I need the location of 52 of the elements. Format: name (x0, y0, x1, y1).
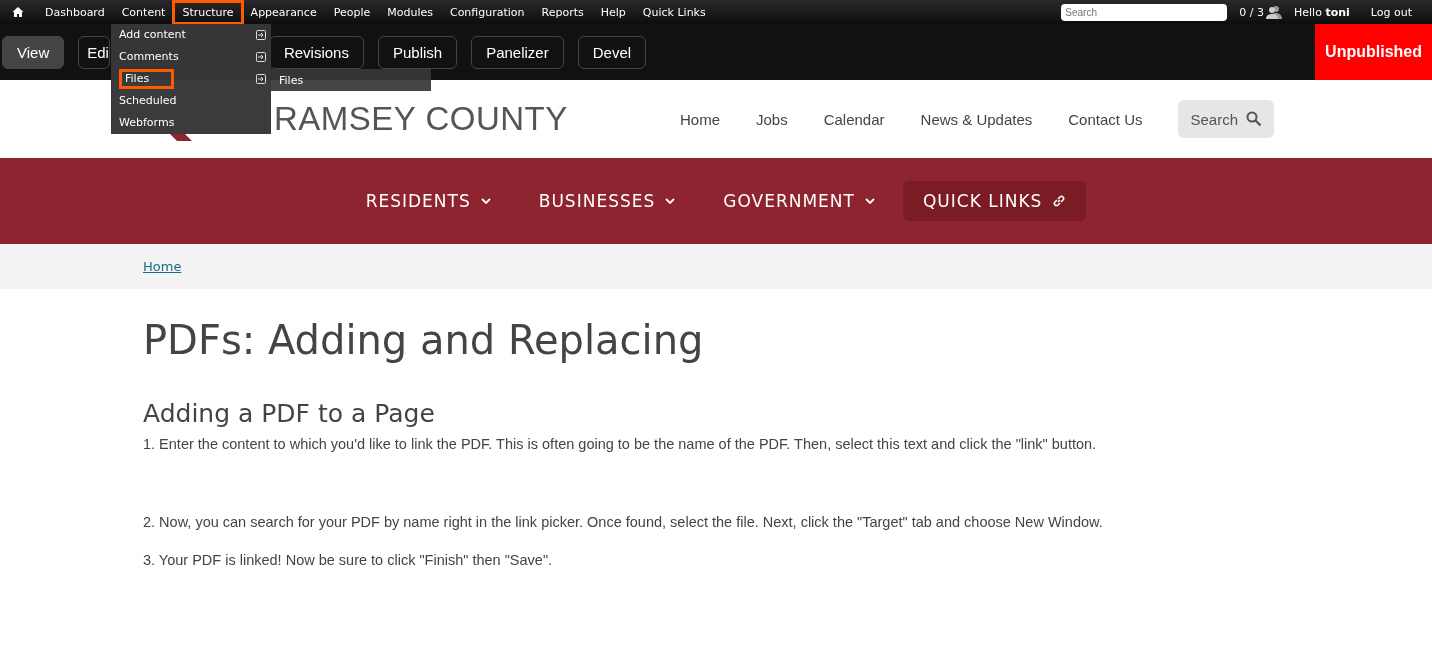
greeting: Hello toni (1294, 5, 1350, 19)
toolbar-link[interactable]: Modules (380, 2, 440, 22)
nav-link[interactable]: News & Updates (920, 110, 1033, 128)
submenu-arrow-icon (256, 52, 266, 62)
toolbar-link[interactable]: Help (593, 2, 633, 22)
chevron-icon (480, 198, 491, 204)
menu-item[interactable]: Add content (119, 25, 266, 45)
submenu-arrow-icon (256, 30, 266, 40)
main-nav-item[interactable]: GOVERNMENT (703, 181, 895, 221)
toolbar-link[interactable]: Configuration (442, 2, 532, 22)
tab[interactable]: Panelizer (471, 35, 564, 69)
logout-link[interactable]: Log out (1363, 2, 1419, 22)
chevron-icon (665, 198, 676, 204)
menu-item[interactable]: Comments (119, 47, 266, 67)
toolbar-link[interactable]: Appearance (243, 2, 324, 22)
page-title: PDFs: Adding and Replacing (143, 317, 705, 363)
home-icon[interactable] (12, 6, 24, 18)
toolbar-link[interactable]: Dashboard (38, 2, 112, 22)
toolbar-link[interactable]: Reports (534, 2, 591, 22)
toolbar-link[interactable]: People (326, 2, 378, 22)
tab[interactable]: View (2, 35, 65, 69)
instruction-text: 2. Now, you can search for your PDF by name right in the link picker. Once found, select the file. Next, click the "Target" tab and choose New Window. (143, 514, 1104, 530)
nav-link[interactable]: Home (679, 110, 720, 128)
tab[interactable]: Publish (377, 35, 458, 69)
main-nav-item[interactable]: RESIDENTS (345, 181, 511, 221)
nav-link[interactable]: Contact Us (1068, 110, 1143, 128)
link-icon (1052, 194, 1067, 208)
menu-item[interactable]: Files (279, 71, 304, 89)
toolbar-link[interactable]: Structure (175, 2, 241, 22)
tab[interactable]: Devel (577, 35, 647, 69)
toolbar-link[interactable]: Content (114, 2, 173, 22)
main-nav-item[interactable]: BUSINESSES (518, 181, 696, 221)
site-name: RAMSEY COUNTY (274, 100, 568, 138)
toolbar-link[interactable]: Quick Links (635, 2, 713, 22)
nav-link[interactable]: Jobs (756, 110, 788, 128)
chevron-icon (864, 198, 875, 204)
menu-item[interactable]: Webforms (119, 113, 266, 133)
nav-link[interactable]: Calendar (823, 110, 885, 128)
search-field[interactable]: Search (1061, 3, 1228, 21)
submenu-arrow-icon (256, 74, 266, 84)
tab[interactable]: Edi (78, 35, 110, 69)
search-icon (1246, 111, 1262, 127)
user-count: 0 / 3 (1239, 5, 1264, 19)
breadcrumb-link[interactable]: Home (143, 259, 182, 274)
instruction-text: 3. Your PDF is linked! Now be sure to click "Finish" then "Save". (143, 552, 554, 568)
search-button[interactable]: Search (1178, 100, 1274, 138)
section-heading: Adding a PDF to a Page (143, 399, 436, 428)
menu-item[interactable]: Files (119, 69, 266, 89)
users-icon (1266, 5, 1282, 19)
status-badge: Unpublished (1315, 24, 1432, 80)
instruction-text: 1. Enter the content to which you'd like to link the PDF. This is often going to be the name of the PDF. Then, select this text and click the "link" button. (143, 436, 1098, 452)
menu-item[interactable]: Scheduled (119, 91, 266, 111)
